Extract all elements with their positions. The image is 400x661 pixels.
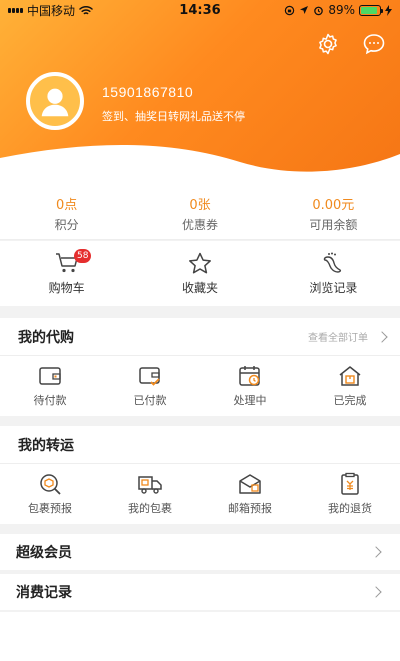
cart-count-badge: 58 [74, 249, 92, 263]
stat-coupons[interactable]: 0张 优惠券 [133, 190, 266, 239]
bottom-area [0, 612, 400, 661]
row-title: 消费记录 [16, 585, 72, 601]
account-stats: 0点 积分 0张 优惠券 0.00元 可用余额 [0, 190, 400, 240]
order-status-label: 已完成 [333, 394, 367, 407]
battery-icon [359, 4, 383, 16]
house-box-icon [339, 366, 361, 386]
delivery-truck-icon [138, 476, 162, 494]
wifi-icon [79, 5, 93, 14]
my-packages[interactable]: 我的包裹 [100, 464, 200, 522]
header-wave [0, 144, 400, 190]
mailbox-forecast[interactable]: 邮箱预报 [200, 464, 300, 522]
transfer-item-label: 邮箱预报 [228, 502, 272, 515]
row-title: 超级会员 [16, 545, 72, 561]
mailbox-icon [239, 474, 261, 494]
stat-label: 可用余额 [309, 218, 358, 232]
my-returns[interactable]: 我的退货 [300, 464, 400, 522]
location-arrow-icon [300, 6, 309, 14]
calendar-clock-icon [239, 366, 260, 386]
package-search-icon [40, 474, 61, 495]
profile-header: 15901867810 签到、抽奖日转网礼品送不停 [0, 0, 400, 190]
order-status-label: 处理中 [233, 394, 267, 407]
transfer-section: 我的转运 包裹预报 我的包裹 邮箱预报 我的退货 [0, 426, 400, 524]
section-title: 我的代购 [18, 329, 74, 346]
status-bar: 中国移动 14:36 89% [0, 0, 400, 20]
footprint-icon [324, 252, 342, 273]
transfer-item-label: 我的包裹 [128, 502, 172, 515]
chevron-right-icon [376, 330, 388, 343]
cell-signal-icon [8, 7, 23, 13]
return-clipboard-icon [341, 472, 359, 495]
carrier-name: 中国移动 [27, 3, 76, 18]
message-icon[interactable] [362, 32, 386, 56]
order-paid[interactable]: 已付款 [100, 356, 200, 414]
quick-links: 58 购物车 收藏夹 浏览记录 [0, 241, 400, 306]
quick-item-label: 收藏夹 [181, 281, 218, 295]
view-all-orders-link[interactable]: 查看全部订单 [308, 329, 388, 344]
view-all-orders-label: 查看全部订单 [308, 333, 368, 344]
username-phone: 15901867810 [102, 84, 194, 100]
transfer-item-label: 我的退货 [328, 502, 372, 515]
purchase-section: 我的代购 查看全部订单 待付款 已付款 处理中 已完成 [0, 318, 400, 416]
stat-balance[interactable]: 0.00元 可用余额 [267, 190, 400, 239]
wallet-check-icon [139, 367, 160, 386]
stat-value: 0.00元 [312, 198, 355, 213]
stat-value: 0张 [189, 198, 211, 213]
quick-item-label: 浏览记录 [309, 281, 358, 295]
quick-item-cart[interactable]: 58 购物车 [0, 241, 133, 306]
stat-points[interactable]: 0点 积分 [0, 190, 133, 239]
chevron-right-icon [370, 546, 382, 558]
rotation-lock-icon [285, 5, 295, 15]
quick-item-favorites[interactable]: 收藏夹 [133, 241, 266, 306]
order-status-label: 已付款 [133, 394, 167, 407]
stat-label: 优惠券 [181, 218, 218, 232]
settings-gear-icon[interactable] [316, 32, 340, 56]
section-title: 我的转运 [18, 437, 74, 454]
order-pending-payment[interactable]: 待付款 [0, 356, 100, 414]
star-icon [189, 252, 211, 274]
quick-item-history[interactable]: 浏览记录 [267, 241, 400, 306]
order-completed[interactable]: 已完成 [300, 356, 400, 414]
chevron-right-icon [370, 586, 382, 598]
signin-slogan-link[interactable]: 签到、抽奖日转网礼品送不停 [102, 108, 245, 124]
package-forecast[interactable]: 包裹预报 [0, 464, 100, 522]
quick-item-label: 购物车 [48, 281, 85, 295]
order-status-label: 待付款 [33, 394, 67, 407]
battery-percent: 89% [328, 3, 355, 17]
user-avatar-icon [41, 88, 69, 117]
spending-records-row[interactable]: 消费记录 [0, 574, 400, 610]
avatar[interactable] [26, 72, 84, 130]
super-vip-row[interactable]: 超级会员 [0, 534, 400, 570]
stat-label: 积分 [54, 218, 79, 232]
order-processing[interactable]: 处理中 [200, 356, 300, 414]
wallet-icon [39, 367, 61, 385]
charging-bolt-icon [385, 4, 392, 16]
stat-value: 0点 [56, 198, 78, 213]
transfer-item-label: 包裹预报 [28, 502, 72, 515]
alarm-icon [314, 6, 324, 15]
